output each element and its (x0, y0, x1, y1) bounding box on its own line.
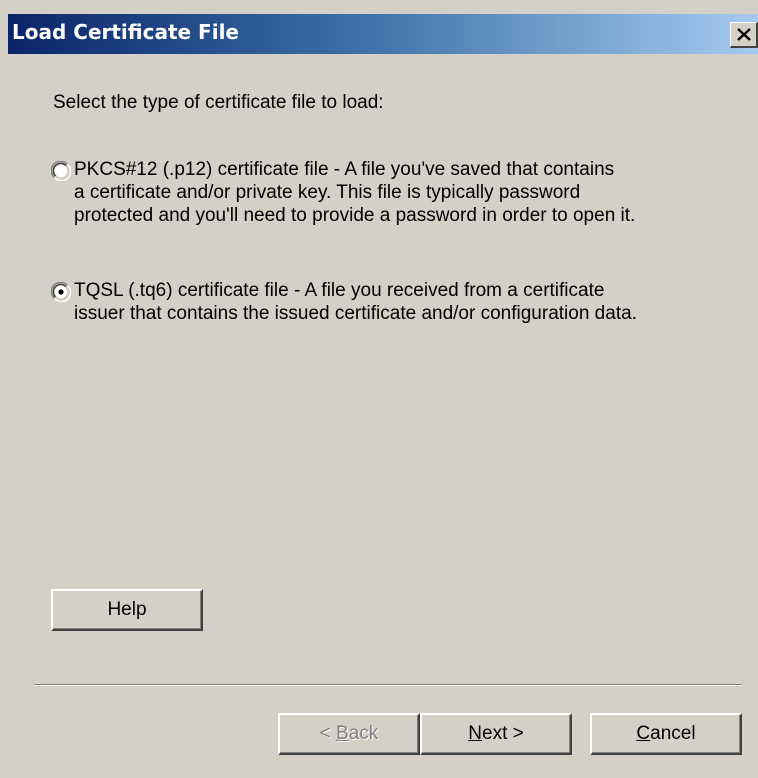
instruction-text: Select the type of certificate file to l… (53, 92, 384, 113)
help-button[interactable]: Help (51, 589, 203, 631)
separator (34, 684, 742, 686)
next-button[interactable]: Next > (420, 713, 572, 755)
title-bar[interactable]: Load Certificate File (8, 14, 758, 54)
close-button[interactable] (730, 22, 758, 48)
back-label-rest: ack (348, 723, 379, 744)
option-tqsl-line-1: TQSL (.tq6) certificate file - A file yo… (74, 280, 605, 301)
next-label-rest: ext > (482, 723, 524, 744)
radio-dot (58, 289, 64, 295)
radio-tqsl[interactable] (51, 282, 71, 302)
cancel-label-rest: ancel (650, 723, 696, 744)
back-label-prefix: < (319, 723, 337, 744)
option-pkcs12-line-3: protected and you'll need to provide a p… (74, 205, 636, 226)
cancel-button[interactable]: Cancel (590, 713, 742, 755)
radio-pkcs12[interactable] (51, 161, 71, 181)
close-icon (737, 28, 751, 41)
cancel-accelerator: C (636, 723, 651, 744)
option-pkcs12-line-2: a certificate and/or private key. This f… (74, 182, 581, 203)
back-accelerator: B (336, 723, 349, 744)
back-button[interactable]: < Back (278, 713, 420, 755)
option-tqsl-line-2: issuer that contains the issued certific… (74, 303, 637, 324)
next-accelerator: N (468, 723, 482, 744)
load-certificate-dialog: Load Certificate File Select the type of… (0, 0, 758, 778)
option-pkcs12-line-1: PKCS#12 (.p12) certificate file - A file… (74, 159, 615, 180)
window-title: Load Certificate File (12, 20, 239, 44)
